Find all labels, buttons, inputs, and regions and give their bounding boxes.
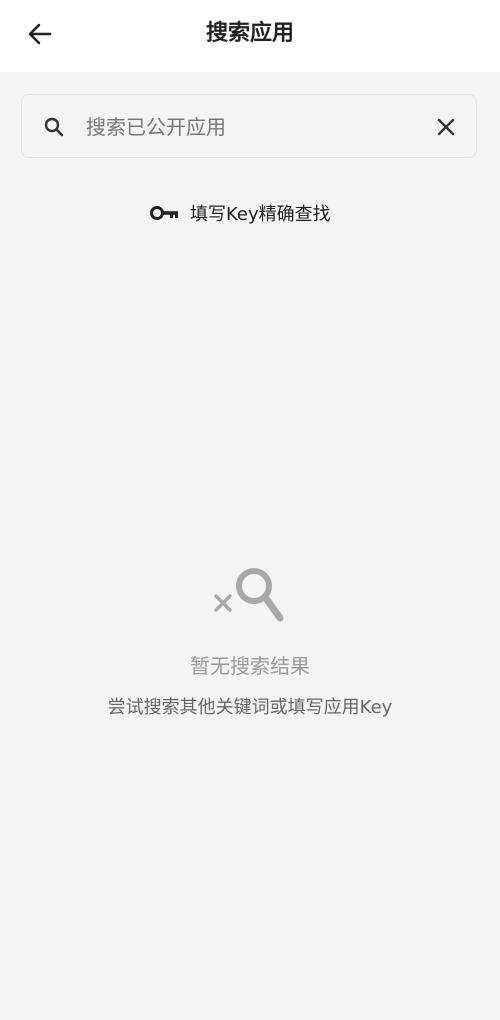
- empty-state-title: 暂无搜索结果: [190, 654, 310, 678]
- empty-state-hint: 尝试搜索其他关键词或填写应用Key: [107, 697, 393, 718]
- app-header: 搜索应用: [0, 0, 500, 72]
- search-input[interactable]: [86, 105, 416, 149]
- key-icon: [150, 206, 178, 220]
- page-title: 搜索应用: [205, 21, 294, 46]
- close-icon: [437, 118, 455, 136]
- search-box: [21, 94, 477, 158]
- key-lookup-link[interactable]: 填写Key精确查找: [150, 196, 331, 230]
- back-button[interactable]: [18, 14, 62, 54]
- clear-search-button[interactable]: [426, 107, 466, 147]
- arrow-left-icon: [28, 23, 52, 45]
- search-no-results-icon: [214, 568, 284, 622]
- key-lookup-label: 填写Key精确查找: [190, 204, 331, 225]
- empty-state: 暂无搜索结果 尝试搜索其他关键词或填写应用Key: [0, 560, 500, 719]
- search-icon: [44, 117, 64, 137]
